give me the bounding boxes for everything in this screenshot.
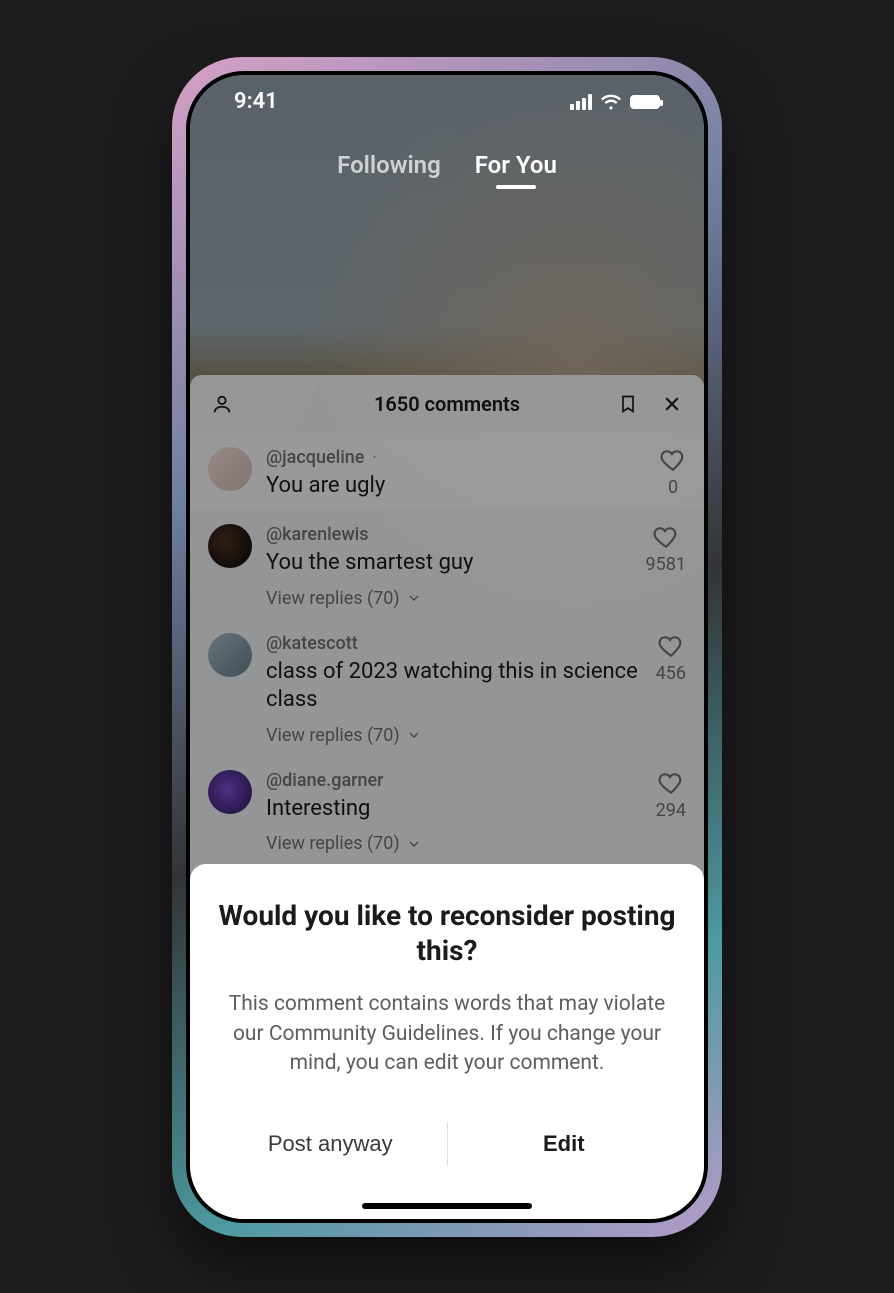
comment-text: Interesting: [266, 795, 642, 824]
comment-row[interactable]: @karenlewis You the smartest guy View repl…: [190, 510, 704, 619]
modal-title: Would you like to reconsider posting thi…: [214, 898, 680, 968]
like-button[interactable]: 294: [656, 770, 686, 821]
cellular-icon: [570, 94, 592, 110]
status-time: 9:41: [234, 89, 278, 114]
modal-body: This comment contains words that may vio…: [214, 990, 680, 1078]
chevron-down-icon: [406, 727, 422, 743]
comment-text: You are ugly: [266, 472, 646, 501]
comment-username[interactable]: @jacqueline·: [266, 447, 646, 468]
view-replies-button[interactable]: View replies (70): [266, 588, 632, 609]
edit-button[interactable]: Edit: [448, 1119, 681, 1169]
status-icons: [570, 94, 660, 110]
avatar[interactable]: [208, 633, 252, 677]
chevron-down-icon: [406, 836, 422, 852]
avatar[interactable]: [208, 447, 252, 491]
comment-text: class of 2023 watching this in science c…: [266, 658, 642, 715]
comment-username[interactable]: @diane.garner: [266, 770, 642, 791]
comment-text: You the smartest guy: [266, 549, 632, 578]
tab-for-you[interactable]: For You: [475, 151, 557, 189]
like-button[interactable]: 9581: [646, 524, 686, 575]
modal-actions: Post anyway Edit: [214, 1119, 680, 1169]
comment-username[interactable]: @karenlewis: [266, 524, 632, 545]
reconsider-modal: Would you like to reconsider posting thi…: [190, 864, 704, 1218]
phone-inner: 9:41: [186, 71, 708, 1223]
post-anyway-button[interactable]: Post anyway: [214, 1119, 447, 1169]
heart-icon: [653, 524, 679, 550]
comment-body: @jacqueline· You are ugly: [266, 447, 646, 501]
like-count: 456: [656, 663, 686, 684]
heart-icon: [660, 447, 686, 473]
like-count: 294: [656, 800, 686, 821]
screen: 9:41: [190, 75, 704, 1219]
like-button[interactable]: 456: [656, 633, 686, 684]
heart-icon: [658, 770, 684, 796]
comment-row[interactable]: @jacqueline· You are ugly 0: [190, 433, 704, 511]
like-count: 0: [668, 477, 678, 498]
wifi-icon: [600, 94, 622, 110]
battery-icon: [630, 95, 660, 109]
like-button[interactable]: 0: [660, 447, 686, 498]
view-replies-button[interactable]: View replies (70): [266, 833, 642, 854]
bookmark-icon[interactable]: [614, 390, 642, 418]
chevron-down-icon: [406, 590, 422, 606]
comment-username[interactable]: @katescott: [266, 633, 642, 654]
feed-tabs: Following For You: [190, 151, 704, 189]
phone-frame: 9:41: [172, 57, 722, 1237]
comment-sheet-header: 1650 comments: [190, 375, 704, 433]
avatar[interactable]: [208, 770, 252, 814]
comment-body: @katescott class of 2023 watching this in…: [266, 633, 642, 746]
avatar[interactable]: [208, 524, 252, 568]
comment-row[interactable]: @diane.garner Interesting View replies (70…: [190, 756, 704, 865]
like-count: 9581: [646, 554, 686, 575]
comment-row[interactable]: @katescott class of 2023 watching this in…: [190, 619, 704, 756]
tab-following[interactable]: Following: [337, 151, 441, 189]
profile-icon[interactable]: [208, 390, 236, 418]
comment-body: @diane.garner Interesting View replies (70…: [266, 770, 642, 855]
comment-body: @karenlewis You the smartest guy View repl…: [266, 524, 632, 609]
heart-icon: [658, 633, 684, 659]
view-replies-button[interactable]: View replies (70): [266, 725, 642, 746]
status-bar: 9:41: [190, 75, 704, 129]
close-icon[interactable]: [658, 390, 686, 418]
home-indicator[interactable]: [362, 1203, 532, 1209]
